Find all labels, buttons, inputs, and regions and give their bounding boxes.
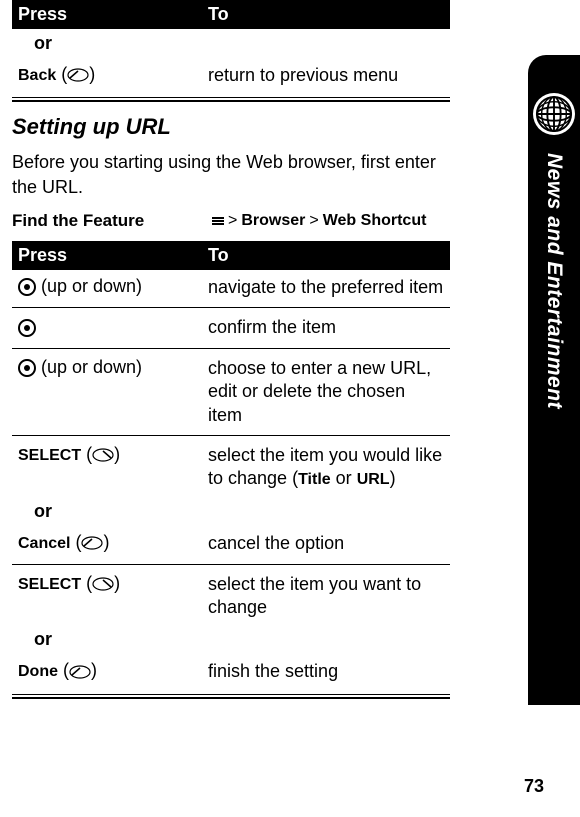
- page-number: 73: [524, 776, 544, 797]
- section-heading: Setting up URL: [12, 114, 450, 140]
- cancel-key-label: Cancel: [18, 535, 70, 552]
- col-header-press: Press: [12, 241, 202, 270]
- table-row: Done ( ) finish the setting: [12, 654, 450, 689]
- or-row: or: [12, 625, 450, 654]
- divider-icon: [12, 307, 450, 308]
- table-row: (up or down) navigate to the preferred i…: [12, 270, 450, 305]
- cell-to: finish the setting: [202, 660, 450, 683]
- back-key-label: Back: [18, 67, 56, 84]
- cell-to: return to previous menu: [202, 64, 450, 87]
- soft-key-left-icon: [69, 665, 91, 679]
- nav-center-icon: [18, 319, 36, 337]
- path-web-shortcut: Web Shortcut: [323, 212, 427, 230]
- divider-icon: [12, 694, 450, 699]
- cell-to: navigate to the preferred item: [202, 276, 450, 299]
- select-key-label: SELECT: [18, 576, 81, 593]
- nav-ring-icon: [18, 359, 36, 377]
- soft-key-left-icon: [81, 536, 103, 550]
- col-header-to: To: [202, 0, 450, 29]
- table-row: SELECT ( ) select the item you would lik…: [12, 438, 450, 497]
- path-browser: Browser: [241, 212, 305, 230]
- cell-to: choose to enter a new URL, edit or delet…: [202, 357, 450, 427]
- cell-to: select the item you would like to change…: [202, 444, 450, 491]
- col-header-to: To: [202, 241, 450, 270]
- divider-icon: [12, 348, 450, 349]
- done-key-label: Done: [18, 663, 58, 680]
- soft-key-right-icon: [92, 448, 114, 462]
- section-label: News and Entertainment: [542, 153, 566, 409]
- divider-icon: [12, 564, 450, 565]
- select-key-label: SELECT: [18, 447, 81, 464]
- col-header-press: Press: [12, 0, 202, 29]
- table-row: Cancel ( ) cancel the option: [12, 526, 450, 561]
- table-header: Press To: [12, 241, 450, 270]
- table-row: Back ( ) return to previous menu: [12, 58, 450, 93]
- table-row: (up or down) choose to enter a new URL, …: [12, 351, 450, 433]
- feature-label: Find the Feature: [12, 211, 212, 231]
- nav-ring-icon: [18, 278, 36, 296]
- cell-to: cancel the option: [202, 532, 450, 555]
- globe-icon: [533, 93, 575, 135]
- table-row: SELECT ( ) select the item you want to c…: [12, 567, 450, 626]
- table-header: Press To: [12, 0, 450, 29]
- table-row: confirm the item: [12, 310, 450, 345]
- soft-key-right-icon: [92, 577, 114, 591]
- or-row: or: [12, 29, 450, 58]
- or-row: or: [12, 497, 450, 526]
- body-text: Before you starting using the Web browse…: [12, 150, 450, 199]
- soft-key-left-icon: [67, 68, 89, 82]
- cell-to: select the item you want to change: [202, 573, 450, 620]
- find-the-feature: Find the Feature > Browser > Web Shortcu…: [12, 211, 450, 231]
- divider-icon: [12, 435, 450, 436]
- divider-icon: [12, 97, 450, 102]
- cell-to: confirm the item: [202, 316, 450, 339]
- section-tab: News and Entertainment: [528, 55, 580, 705]
- menu-icon: [212, 216, 224, 226]
